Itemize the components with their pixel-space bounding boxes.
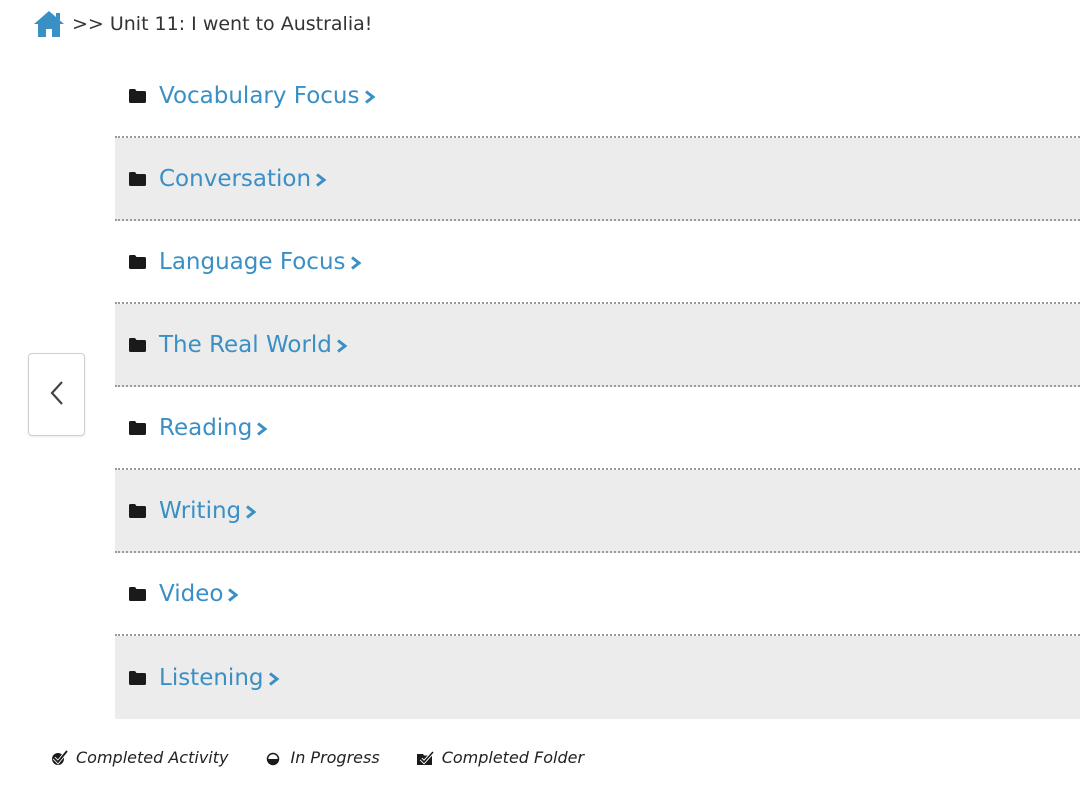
- folder-link-writing[interactable]: Writing: [159, 498, 257, 524]
- home-icon[interactable]: [34, 10, 64, 38]
- chevron-right-icon: [350, 255, 362, 270]
- legend-in-progress: In Progress: [264, 748, 380, 767]
- folder-icon: [129, 337, 146, 352]
- folder-link-listening[interactable]: Listening: [159, 665, 280, 691]
- chevron-right-icon: [336, 338, 348, 353]
- folder-icon: [129, 670, 146, 685]
- legend-completed-activity: Completed Activity: [50, 748, 228, 767]
- chevron-right-icon: [227, 587, 239, 602]
- folder-label: Reading: [159, 414, 253, 441]
- chevron-right-icon: [268, 671, 280, 686]
- folder-link-the-real-world[interactable]: The Real World: [159, 332, 348, 358]
- folder-check-icon: [416, 749, 434, 767]
- back-button[interactable]: [28, 353, 85, 436]
- folder-label: Language Focus: [159, 248, 346, 275]
- legend-label: Completed Activity: [76, 748, 229, 767]
- chevron-right-icon: [364, 89, 376, 104]
- folder-label: The Real World: [159, 331, 332, 358]
- folder-label: Vocabulary Focus: [159, 82, 360, 109]
- folder-link-language-focus[interactable]: Language Focus: [159, 249, 362, 275]
- page-title: Unit 11: I went to Australia!: [109, 13, 373, 35]
- breadcrumb-separator: >>: [72, 13, 104, 35]
- folder-label: Conversation: [159, 165, 312, 192]
- chevron-right-icon: [256, 421, 268, 436]
- folder-label: Listening: [159, 664, 264, 691]
- folder-row: The Real World: [115, 304, 1080, 387]
- folder-row: Writing: [115, 470, 1080, 553]
- legend-label: In Progress: [290, 748, 380, 767]
- legend-label: Completed Folder: [441, 748, 585, 767]
- legend: Completed Activity In Progress Completed…: [50, 748, 620, 767]
- folder-row: Language Focus: [115, 221, 1080, 304]
- folder-link-conversation[interactable]: Conversation: [159, 166, 327, 192]
- folder-icon: [129, 503, 146, 518]
- folder-row: Conversation: [115, 138, 1080, 221]
- folder-icon: [129, 254, 146, 269]
- folder-row: Reading: [115, 387, 1080, 470]
- folder-list: Vocabulary Focus Conversation Language F…: [115, 55, 1080, 719]
- chevron-left-icon: [49, 380, 65, 410]
- folder-icon: [129, 88, 146, 103]
- folder-link-video[interactable]: Video: [159, 581, 239, 607]
- folder-icon: [129, 420, 146, 435]
- breadcrumb: >> Unit 11: I went to Australia!: [34, 8, 372, 40]
- folder-row: Listening: [115, 636, 1080, 719]
- folder-label: Video: [159, 580, 224, 607]
- folder-icon: [129, 171, 146, 186]
- folder-link-vocabulary-focus[interactable]: Vocabulary Focus: [159, 83, 376, 109]
- folder-icon: [129, 586, 146, 601]
- folder-row: Vocabulary Focus: [115, 55, 1080, 138]
- legend-completed-folder: Completed Folder: [416, 748, 584, 767]
- folder-row: Video: [115, 553, 1080, 636]
- chevron-right-icon: [245, 504, 257, 519]
- folder-label: Writing: [159, 497, 242, 524]
- folder-link-reading[interactable]: Reading: [159, 415, 268, 441]
- checkmark-icon: [50, 749, 68, 767]
- chevron-right-icon: [315, 172, 327, 187]
- half-circle-icon: [264, 749, 282, 767]
